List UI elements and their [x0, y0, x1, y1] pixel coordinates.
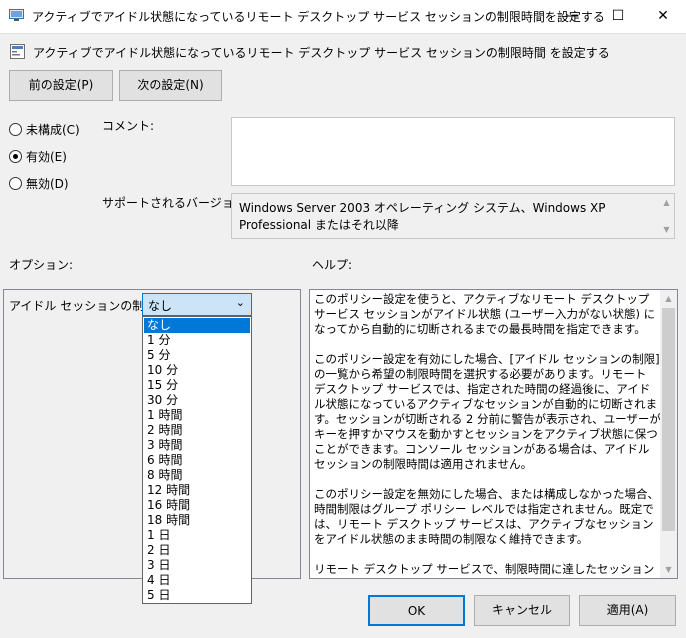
maximize-button[interactable]: ☐: [595, 0, 641, 32]
policy-header: アクティブでアイドル状態になっているリモート デスクトップ サービス セッション…: [33, 46, 610, 60]
scroll-thumb[interactable]: [662, 308, 675, 531]
dropdown-option[interactable]: 1 分: [144, 333, 250, 348]
dropdown-option[interactable]: 3 日: [144, 558, 250, 573]
previous-setting-button[interactable]: 前の設定(P): [9, 70, 113, 101]
idle-session-limit-label: アイドル セッションの制限:: [9, 299, 161, 313]
radio-disabled[interactable]: 無効(D): [9, 175, 69, 192]
options-label: オプション:: [9, 258, 74, 272]
help-paragraph: このポリシー設定を使うと、アクティブなリモート デスクトップ サービス セッショ…: [314, 292, 656, 336]
dropdown-option[interactable]: 4 日: [144, 573, 250, 588]
dropdown-option[interactable]: 16 時間: [144, 498, 250, 513]
dropdown-option[interactable]: 2 日: [144, 543, 250, 558]
scroll-down-icon[interactable]: ▼: [658, 221, 675, 238]
dropdown-option[interactable]: 3 時間: [144, 438, 250, 453]
policy-editor-icon: [9, 9, 24, 21]
close-button[interactable]: ✕: [640, 0, 686, 32]
apply-button[interactable]: 適用(A): [579, 595, 676, 626]
radio-label: 有効(E): [26, 150, 67, 164]
scroll-up-icon[interactable]: ▲: [658, 194, 675, 211]
dropdown-option[interactable]: 15 分: [144, 378, 250, 393]
version-scrollbar[interactable]: ▲ ▼: [657, 194, 674, 238]
window-title: アクティブでアイドル状態になっているリモート デスクトップ サービス セッション…: [32, 10, 605, 24]
radio-label: 未構成(C): [26, 123, 80, 137]
supported-version-label: サポートされるバージョン:: [102, 196, 250, 210]
next-setting-button[interactable]: 次の設定(N): [119, 70, 222, 101]
help-panel: このポリシー設定を使うと、アクティブなリモート デスクトップ サービス セッショ…: [309, 289, 678, 579]
dropdown-option[interactable]: 2 時間: [144, 423, 250, 438]
help-paragraph: このポリシー設定を無効にした場合、または構成しなかった場合、時間制限はグループ …: [314, 487, 659, 546]
help-text: このポリシー設定を使うと、アクティブなリモート デスクトップ サービス セッショ…: [314, 292, 661, 578]
scroll-down-icon[interactable]: ▼: [660, 561, 677, 578]
radio-circle[interactable]: [9, 123, 22, 136]
radio-not-configured[interactable]: 未構成(C): [9, 121, 80, 138]
help-paragraph: リモート デスクトップ サービスで、制限時間に達したセッションを切断する代わりに…: [314, 562, 660, 578]
radio-circle[interactable]: [9, 177, 22, 190]
help-label: ヘルプ:: [312, 258, 353, 272]
radio-label: 無効(D): [26, 177, 69, 191]
chevron-down-icon: ⌄: [235, 296, 245, 309]
supported-version-box: Windows Server 2003 オペレーティング システム、Window…: [231, 193, 675, 239]
cancel-button[interactable]: キャンセル: [474, 595, 570, 626]
radio-circle-checked[interactable]: [9, 150, 22, 163]
help-scrollbar[interactable]: ▲ ▼: [660, 290, 677, 578]
ok-button[interactable]: OK: [368, 595, 465, 626]
dropdown-option[interactable]: 8 時間: [144, 468, 250, 483]
dropdown-option[interactable]: 30 分: [144, 393, 250, 408]
dropdown-option[interactable]: 1 時間: [144, 408, 250, 423]
select-value: なし: [148, 299, 173, 313]
help-paragraph: このポリシー設定を有効にした場合、[アイドル セッションの制限] の一覧から希望…: [314, 352, 661, 471]
dropdown-option[interactable]: 1 日: [144, 528, 250, 543]
dropdown-option[interactable]: 10 分: [144, 363, 250, 378]
dropdown-option[interactable]: 12 時間: [144, 483, 250, 498]
radio-enabled[interactable]: 有効(E): [9, 148, 67, 165]
dropdown-option[interactable]: 18 時間: [144, 513, 250, 528]
comment-label: コメント:: [102, 119, 155, 133]
supported-version-text: Windows Server 2003 オペレーティング システム、Window…: [239, 201, 606, 232]
minimize-button[interactable]: —: [549, 0, 595, 32]
dropdown-option[interactable]: 6 時間: [144, 453, 250, 468]
comment-textarea[interactable]: [231, 117, 675, 186]
dropdown-option[interactable]: 5 日: [144, 588, 250, 603]
idle-session-limit-select[interactable]: なし ⌄: [142, 293, 252, 316]
dropdown-option[interactable]: なし: [144, 318, 250, 333]
policy-settings-icon: [10, 44, 25, 59]
dropdown-option[interactable]: 5 分: [144, 348, 250, 363]
idle-limit-dropdown-list: なし 1 分 5 分 10 分 15 分 30 分 1 時間 2 時間 3 時間…: [142, 316, 252, 604]
scroll-up-icon[interactable]: ▲: [660, 290, 677, 307]
